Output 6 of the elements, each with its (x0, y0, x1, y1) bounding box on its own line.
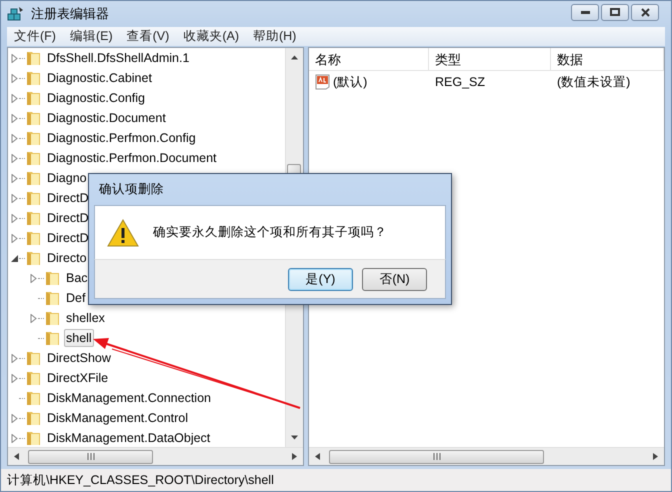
value-type-cell-text: REG_SZ (434, 75, 486, 89)
dialog-title: 确认项删除 (99, 181, 164, 198)
window-title: 注册表编辑器 (31, 5, 110, 23)
value-data-cell-text: (数值未设置) (556, 74, 632, 90)
dialog-message: 确实要永久删除这个项和所有其子项吗？ (153, 224, 387, 241)
status-bar: 计算机\HKEY_CLASSES_ROOT\Directory\shell (1, 469, 671, 491)
